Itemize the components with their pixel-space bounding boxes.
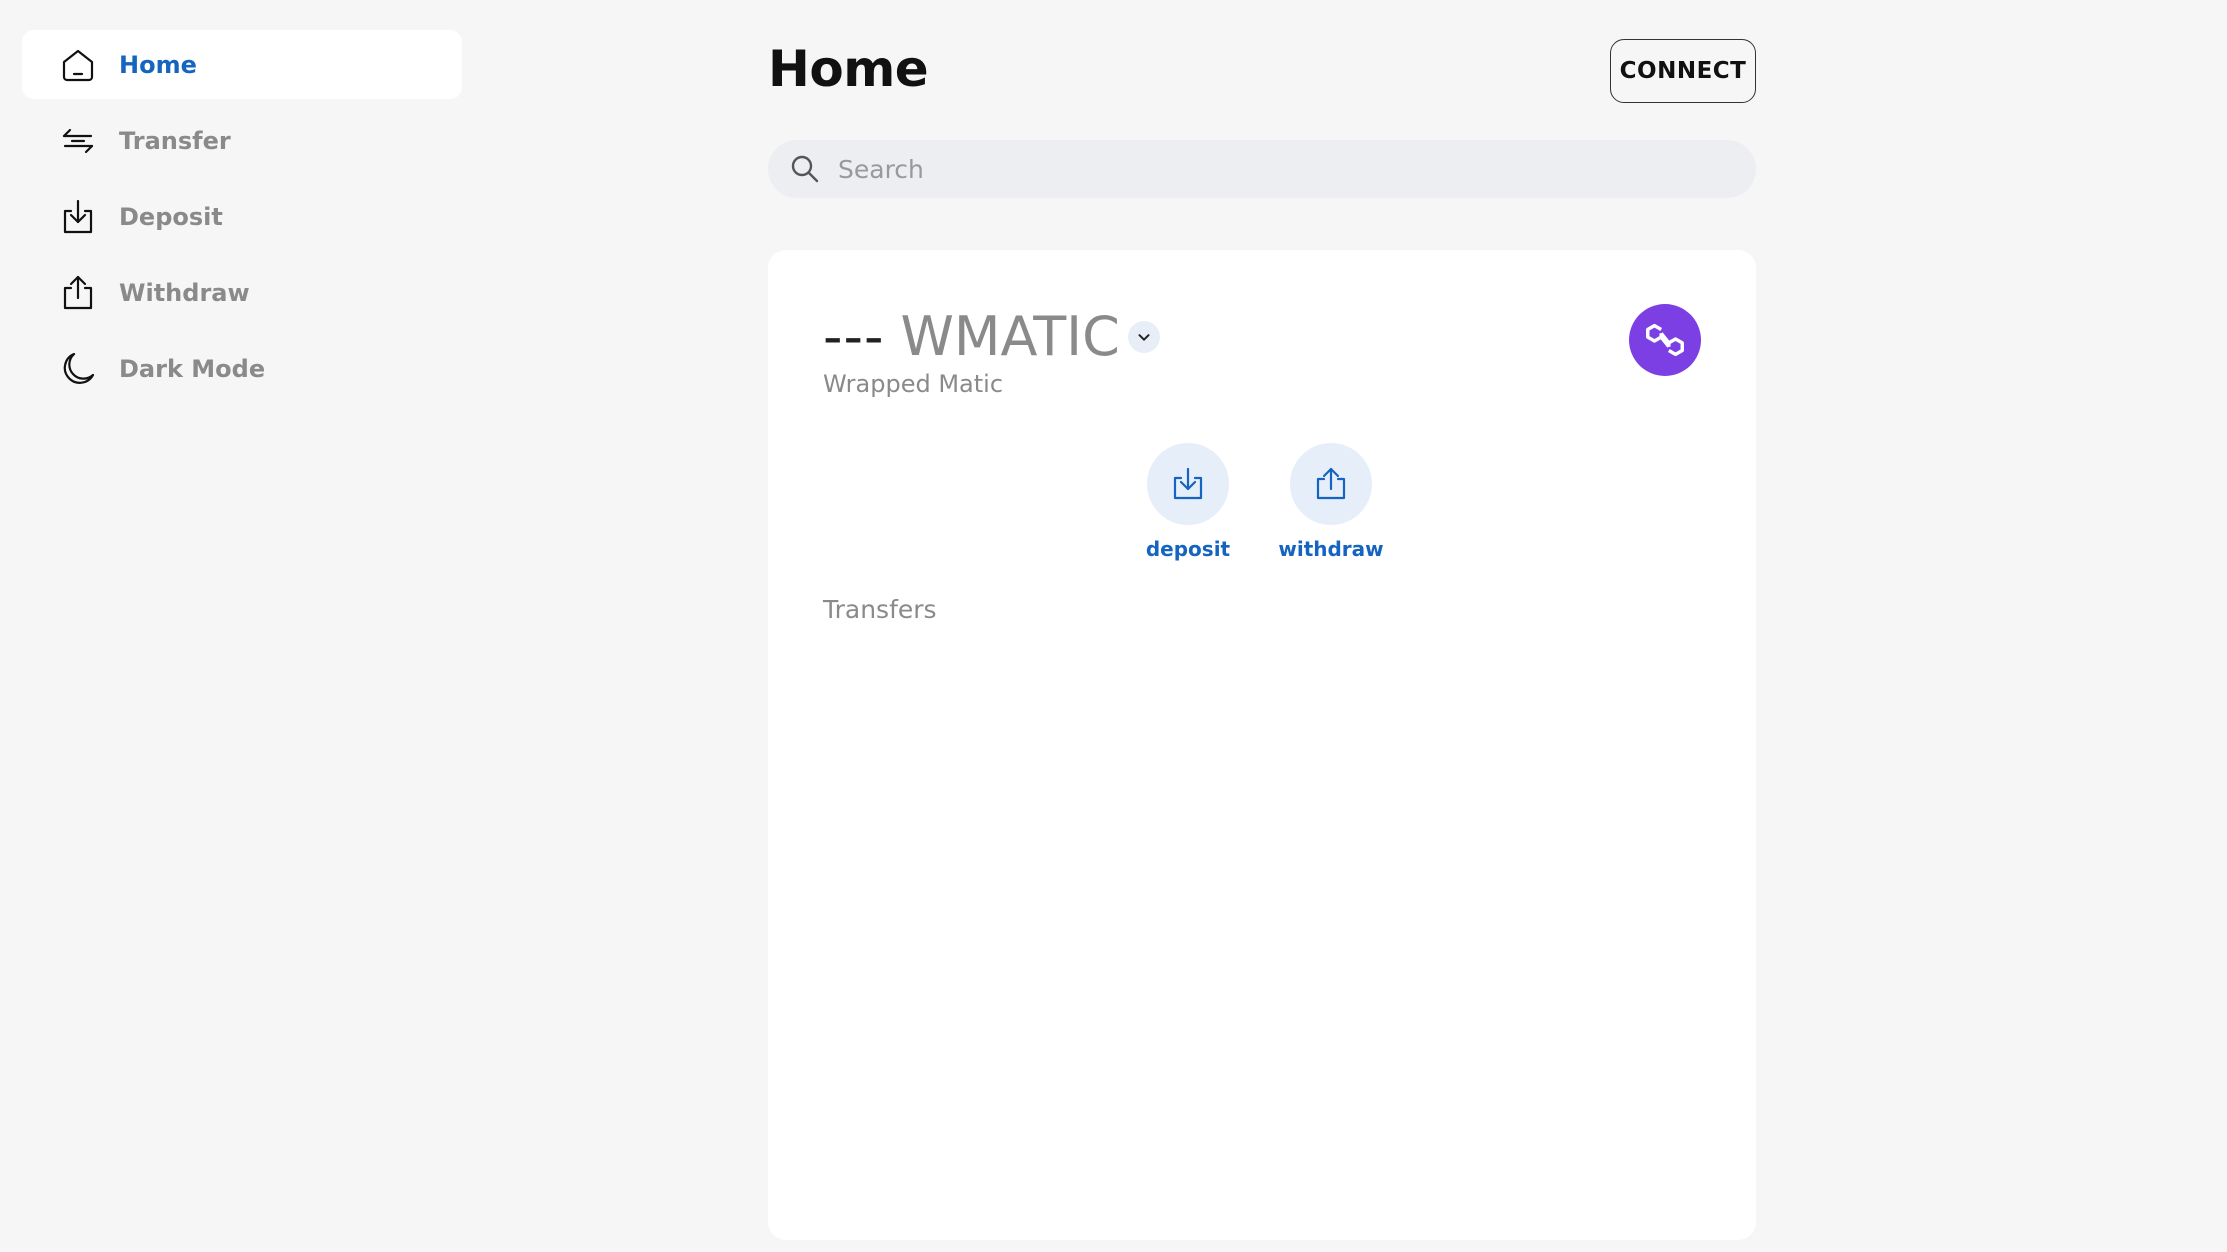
sidebar-item-label: Transfer bbox=[119, 126, 231, 155]
transfers-heading: Transfers bbox=[823, 595, 937, 624]
token-card: --- WMATIC Wrapped Matic deposit withdra… bbox=[768, 250, 1756, 1240]
deposit-icon bbox=[57, 196, 99, 238]
search-input[interactable] bbox=[838, 154, 1718, 184]
deposit-label: deposit bbox=[1145, 537, 1231, 561]
withdraw-circle[interactable] bbox=[1290, 443, 1372, 525]
sidebar-item-label: Dark Mode bbox=[119, 354, 266, 383]
connect-button[interactable]: CONNECT bbox=[1610, 39, 1756, 103]
home-icon bbox=[57, 44, 99, 86]
deposit-icon bbox=[1173, 467, 1203, 500]
sidebar-item-deposit[interactable]: Deposit bbox=[22, 182, 462, 251]
withdraw-button[interactable]: withdraw bbox=[1278, 443, 1384, 561]
withdraw-icon bbox=[1316, 467, 1346, 500]
sidebar-item-withdraw[interactable]: Withdraw bbox=[22, 258, 462, 327]
polygon-logo-icon bbox=[1629, 304, 1701, 376]
search-bar[interactable] bbox=[768, 140, 1756, 198]
deposit-button[interactable]: deposit bbox=[1138, 443, 1238, 561]
sidebar-item-home[interactable]: Home bbox=[22, 30, 462, 99]
sidebar-item-label: Deposit bbox=[119, 202, 223, 231]
page-title: Home bbox=[768, 40, 929, 98]
token-symbol: WMATIC bbox=[900, 305, 1120, 368]
deposit-circle[interactable] bbox=[1147, 443, 1229, 525]
withdraw-label: withdraw bbox=[1278, 537, 1384, 561]
token-balance: --- bbox=[823, 305, 885, 368]
sidebar-item-transfer[interactable]: Transfer bbox=[22, 106, 462, 175]
moon-icon bbox=[57, 348, 99, 390]
sidebar: Home Transfer Deposit Withdraw Dark Mode bbox=[22, 30, 462, 410]
token-actions: deposit withdraw bbox=[1138, 443, 1424, 561]
sidebar-item-label: Withdraw bbox=[119, 278, 250, 307]
sidebar-item-label: Home bbox=[119, 50, 197, 79]
token-name: Wrapped Matic bbox=[823, 370, 1004, 398]
transfer-arrows-icon bbox=[57, 120, 99, 162]
chevron-down-icon bbox=[1138, 333, 1150, 341]
sidebar-item-dark-mode[interactable]: Dark Mode bbox=[22, 334, 462, 403]
token-select-toggle[interactable] bbox=[1127, 320, 1160, 353]
withdraw-icon bbox=[57, 272, 99, 314]
search-icon bbox=[789, 153, 821, 185]
token-balance-row: --- WMATIC bbox=[823, 305, 1160, 368]
